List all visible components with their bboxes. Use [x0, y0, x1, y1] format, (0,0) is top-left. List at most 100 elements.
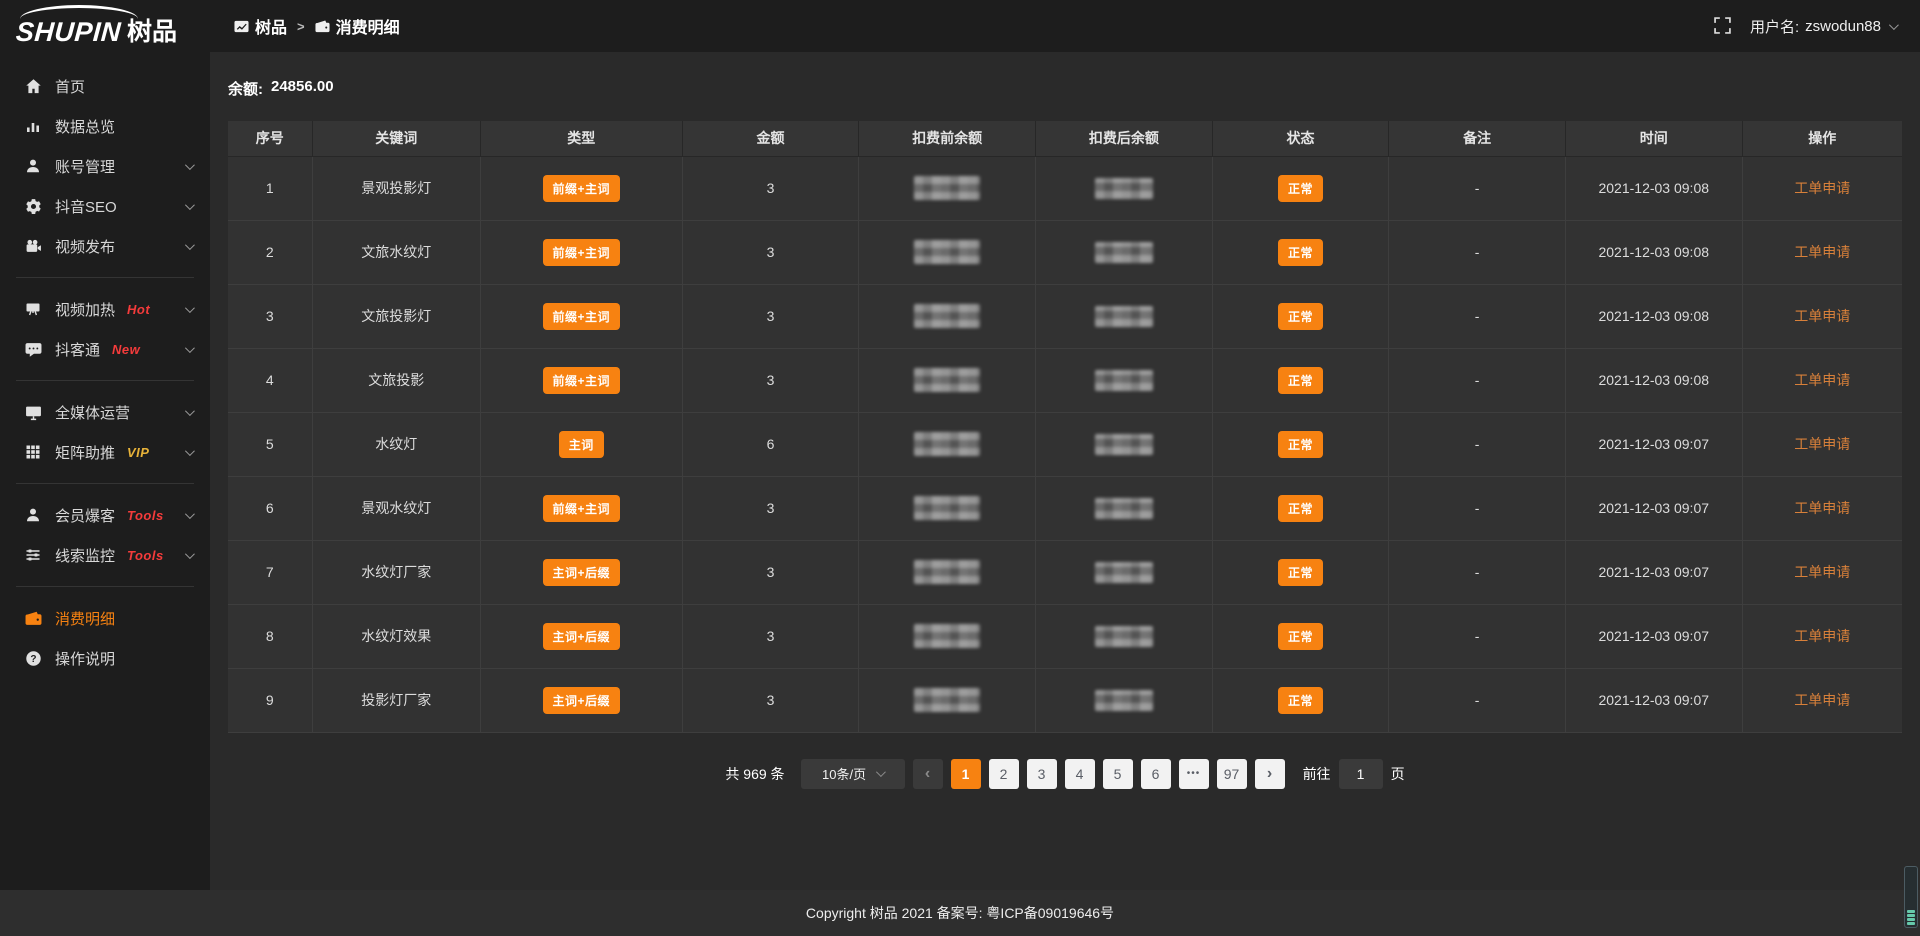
cell-type: 主词 — [480, 412, 682, 476]
next-page-button[interactable]: › — [1255, 759, 1285, 789]
work-order-link[interactable]: 工单申请 — [1794, 180, 1850, 196]
cell-index: 5 — [228, 412, 312, 476]
breadcrumb-item-current[interactable]: 消费明细 — [315, 14, 400, 38]
table-row: 7 水纹灯厂家 主词+后缀 3 正常 - 2021-12-03 09:07 工单… — [228, 540, 1902, 604]
blurred-balance — [914, 560, 980, 584]
work-order-link[interactable]: 工单申请 — [1794, 372, 1850, 388]
page-button-97[interactable]: 97 — [1217, 759, 1247, 789]
blurred-balance — [1095, 562, 1153, 583]
cell-remark: - — [1389, 156, 1566, 220]
work-order-link[interactable]: 工单申请 — [1794, 692, 1850, 708]
cell-index: 4 — [228, 348, 312, 412]
type-badge: 主词+后缀 — [543, 623, 621, 650]
goto-page: 前往 页 — [1303, 759, 1405, 789]
cell-index: 7 — [228, 540, 312, 604]
header-remark: 备注 — [1389, 121, 1566, 156]
table-row: 3 文旅投影灯 前缀+主词 3 正常 - 2021-12-03 09:08 工单… — [228, 284, 1902, 348]
cell-status: 正常 — [1212, 220, 1389, 284]
cell-type: 前缀+主词 — [480, 348, 682, 412]
table-row: 6 景观水纹灯 前缀+主词 3 正常 - 2021-12-03 09:07 工单… — [228, 476, 1902, 540]
cell-pre-balance — [859, 284, 1036, 348]
blurred-balance — [914, 496, 980, 520]
comment-icon — [24, 340, 42, 358]
sidebar-divider — [16, 483, 194, 484]
user-menu[interactable]: 用户名: zswodun88 — [1750, 16, 1896, 37]
cell-post-balance — [1036, 604, 1213, 668]
sidebar-item-consumption-detail[interactable]: 消费明细 — [0, 598, 210, 638]
page-button-1[interactable]: 1 — [951, 759, 981, 789]
more-pages-button[interactable]: ••• — [1179, 759, 1209, 789]
status-badge: 正常 — [1278, 175, 1323, 202]
sidebar-item-media-operation[interactable]: 全媒体运营 — [0, 392, 210, 432]
work-order-link[interactable]: 工单申请 — [1794, 436, 1850, 452]
cell-action: 工单申请 — [1742, 540, 1902, 604]
cell-status: 正常 — [1212, 412, 1389, 476]
main-row: SHUPIN 树品 首页 数据总览 账号管理 — [0, 0, 1920, 890]
work-order-link[interactable]: 工单申请 — [1794, 308, 1850, 324]
sidebar: SHUPIN 树品 首页 数据总览 账号管理 — [0, 0, 210, 890]
blurred-balance — [914, 304, 980, 328]
sidebar-item-home[interactable]: 首页 — [0, 66, 210, 106]
sidebar-item-label: 首页 — [55, 76, 85, 97]
sidebar-item-member-burst[interactable]: 会员爆客 Tools — [0, 495, 210, 535]
cell-index: 1 — [228, 156, 312, 220]
sidebar-item-video-heating[interactable]: 视频加热 Hot — [0, 289, 210, 329]
work-order-link[interactable]: 工单申请 — [1794, 244, 1850, 260]
page-button-5[interactable]: 5 — [1103, 759, 1133, 789]
sidebar-item-douyin-seo[interactable]: 抖音SEO — [0, 186, 210, 226]
user-icon — [24, 506, 42, 524]
page-button-2[interactable]: 2 — [989, 759, 1019, 789]
header-status: 状态 — [1212, 121, 1389, 156]
page-button-4[interactable]: 4 — [1065, 759, 1095, 789]
work-order-link[interactable]: 工单申请 — [1794, 500, 1850, 516]
status-badge: 正常 — [1278, 623, 1323, 650]
cell-amount: 3 — [682, 540, 859, 604]
breadcrumb-label: 消费明细 — [336, 14, 400, 38]
prev-page-button[interactable]: ‹ — [913, 759, 943, 789]
cell-keyword: 景观水纹灯 — [312, 476, 480, 540]
sidebar-item-matrix-boost[interactable]: 矩阵助推 VIP — [0, 432, 210, 472]
balance: 余额: 24856.00 — [228, 78, 1902, 99]
blurred-balance — [914, 688, 980, 712]
sidebar-item-data-overview[interactable]: 数据总览 — [0, 106, 210, 146]
sidebar-item-doketong[interactable]: 抖客通 New — [0, 329, 210, 369]
sidebar-item-instructions[interactable]: ? 操作说明 — [0, 638, 210, 678]
page-button-3[interactable]: 3 — [1027, 759, 1057, 789]
work-order-link[interactable]: 工单申请 — [1794, 564, 1850, 580]
table-row: 9 投影灯厂家 主词+后缀 3 正常 - 2021-12-03 09:07 工单… — [228, 668, 1902, 732]
header-action: 操作 — [1742, 121, 1902, 156]
chevron-down-icon — [185, 303, 195, 313]
cell-type: 前缀+主词 — [480, 284, 682, 348]
sidebar-item-video-publish[interactable]: 视频发布 — [0, 226, 210, 266]
status-badge: 正常 — [1278, 367, 1323, 394]
blurred-balance — [1095, 242, 1153, 263]
sidebar-item-account-mgmt[interactable]: 账号管理 — [0, 146, 210, 186]
cell-time: 2021-12-03 09:08 — [1565, 348, 1742, 412]
fullscreen-icon[interactable] — [1714, 17, 1732, 35]
header-pre-balance: 扣费前余额 — [859, 121, 1036, 156]
page-button-6[interactable]: 6 — [1141, 759, 1171, 789]
cell-time: 2021-12-03 09:07 — [1565, 668, 1742, 732]
cell-post-balance — [1036, 540, 1213, 604]
goto-page-input[interactable] — [1339, 759, 1383, 789]
cell-action: 工单申请 — [1742, 156, 1902, 220]
breadcrumb-item-home[interactable]: 树品 — [234, 14, 287, 38]
cell-post-balance — [1036, 284, 1213, 348]
sidebar-item-lead-monitor[interactable]: 线索监控 Tools — [0, 535, 210, 575]
cell-type: 前缀+主词 — [480, 156, 682, 220]
breadcrumb-label: 树品 — [255, 14, 287, 38]
blurred-balance — [1095, 626, 1153, 647]
cell-keyword: 文旅投影 — [312, 348, 480, 412]
hot-tag: Hot — [127, 302, 150, 317]
cell-post-balance — [1036, 476, 1213, 540]
cell-remark: - — [1389, 604, 1566, 668]
work-order-link[interactable]: 工单申请 — [1794, 628, 1850, 644]
page-size-select[interactable]: 10条/页 — [801, 759, 905, 789]
balance-value: 24856.00 — [271, 78, 334, 99]
cell-remark: - — [1389, 476, 1566, 540]
chevron-down-icon — [185, 549, 195, 559]
username-value: zswodun88 — [1805, 18, 1881, 35]
cell-status: 正常 — [1212, 348, 1389, 412]
breadcrumb: 树品 > 消费明细 — [234, 14, 400, 38]
cell-pre-balance — [859, 348, 1036, 412]
